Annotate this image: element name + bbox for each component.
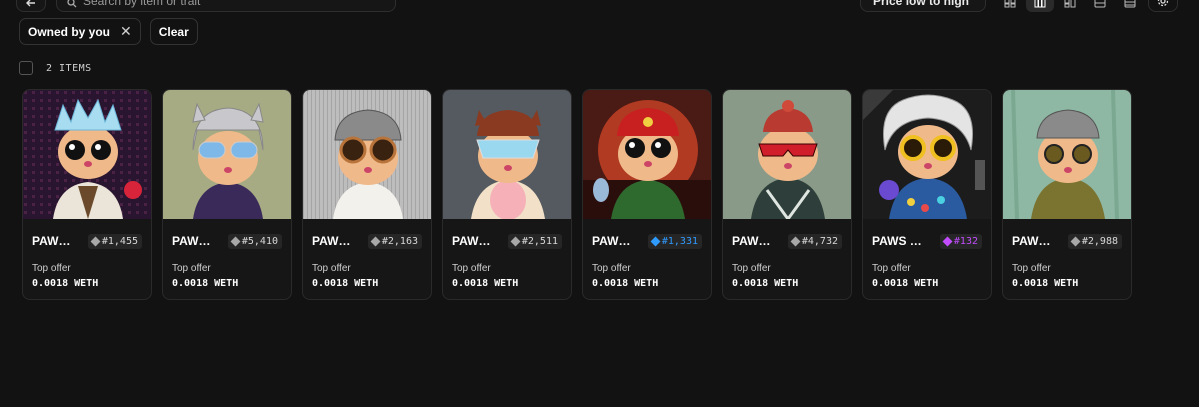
item-card[interactable]: PAW… #5,410 Top offer 0.0018 WETH xyxy=(162,89,292,300)
clear-button[interactable]: Clear xyxy=(149,18,198,45)
top-offer-value: 0.0018 WETH xyxy=(1012,278,1079,289)
item-name: PAW… xyxy=(172,234,211,248)
item-card[interactable]: PAW… #2,163 Top offer 0.0018 WETH xyxy=(302,89,432,300)
rarity-rank: #1,331 xyxy=(661,235,698,247)
search-input[interactable] xyxy=(83,0,363,8)
view-list-button[interactable] xyxy=(1086,0,1114,12)
rarity-badge: #2,988 xyxy=(1067,233,1122,249)
item-card[interactable]: PAW… #2,988 Top offer 0.0018 WETH xyxy=(1002,89,1132,300)
rarity-rank: #132 xyxy=(953,235,978,247)
view-grid-small-button[interactable] xyxy=(996,0,1024,12)
item-name: PAW… xyxy=(1012,234,1051,248)
owned-chip-label: Owned by you xyxy=(28,24,111,39)
top-offer-value: 0.0018 WETH xyxy=(872,278,939,289)
nft-image[interactable] xyxy=(723,90,851,219)
diamond-icon xyxy=(370,236,381,246)
table-icon xyxy=(1124,0,1136,8)
top-offer-value: 0.0018 WETH xyxy=(312,278,379,289)
item-card[interactable]: PAW… #1,331 Top offer 0.0018 WETH xyxy=(582,89,712,300)
nft-image[interactable] xyxy=(443,90,571,219)
top-offer-value: 0.0018 WETH xyxy=(452,278,519,289)
rarity-rank: #2,988 xyxy=(1081,235,1118,247)
nft-image[interactable] xyxy=(23,90,151,219)
item-card[interactable]: PAWS … #132 Top offer 0.0018 WETH xyxy=(862,89,992,300)
owned-by-you-chip[interactable]: Owned by you ✕ xyxy=(19,18,141,45)
search-icon xyxy=(67,0,77,8)
rarity-badge: #5,410 xyxy=(227,233,282,249)
top-offer-label: Top offer xyxy=(32,263,71,274)
diamond-icon xyxy=(1070,236,1081,246)
diamond-icon xyxy=(790,236,801,246)
nft-image[interactable] xyxy=(303,90,431,219)
diamond-icon xyxy=(650,236,661,246)
close-icon[interactable]: ✕ xyxy=(120,23,132,40)
rarity-rank: #1,455 xyxy=(101,235,138,247)
nft-image[interactable] xyxy=(583,90,711,219)
rarity-badge: #1,331 xyxy=(647,233,702,249)
rarity-badge: #2,163 xyxy=(367,233,422,249)
diamond-icon xyxy=(942,236,953,246)
top-offer-label: Top offer xyxy=(872,263,911,274)
item-card[interactable]: PAW… #4,732 Top offer 0.0018 WETH xyxy=(722,89,852,300)
view-grid-large-button[interactable] xyxy=(1026,0,1054,12)
rarity-badge: #132 xyxy=(939,233,982,249)
filter-chips: Owned by you ✕ Clear xyxy=(19,18,198,45)
settings-icon xyxy=(1157,0,1169,7)
item-name: PAW… xyxy=(732,234,771,248)
top-offer-value: 0.0018 WETH xyxy=(32,278,99,289)
view-toggle-group xyxy=(996,0,1144,12)
rarity-badge: #1,455 xyxy=(87,233,142,249)
item-name: PAW… xyxy=(312,234,351,248)
item-card[interactable]: PAW… #2,511 Top offer 0.0018 WETH xyxy=(442,89,572,300)
back-button[interactable] xyxy=(16,0,46,12)
top-offer-label: Top offer xyxy=(312,263,351,274)
top-offer-label: Top offer xyxy=(732,263,771,274)
back-icon xyxy=(26,0,35,7)
rarity-badge: #4,732 xyxy=(787,233,842,249)
top-offer-value: 0.0018 WETH xyxy=(732,278,799,289)
items-count-row: 2 ITEMS xyxy=(19,61,92,75)
top-offer-label: Top offer xyxy=(172,263,211,274)
diamond-icon xyxy=(510,236,521,246)
sort-label: Price low to high xyxy=(873,0,970,8)
nft-image[interactable] xyxy=(863,90,991,219)
settings-button[interactable] xyxy=(1148,0,1178,12)
grid-mixed-icon xyxy=(1064,0,1076,8)
view-table-button[interactable] xyxy=(1116,0,1144,12)
item-card[interactable]: PAW… #1,455 Top offer 0.0018 WETH xyxy=(22,89,152,300)
rarity-rank: #5,410 xyxy=(241,235,278,247)
nft-image[interactable] xyxy=(1003,90,1131,219)
top-offer-label: Top offer xyxy=(1012,263,1051,274)
top-offer-value: 0.0018 WETH xyxy=(592,278,659,289)
top-offer-value: 0.0018 WETH xyxy=(172,278,239,289)
top-offer-label: Top offer xyxy=(592,263,631,274)
diamond-icon xyxy=(230,236,241,246)
item-name: PAW… xyxy=(592,234,631,248)
search-box[interactable] xyxy=(56,0,396,12)
select-all-checkbox[interactable] xyxy=(19,61,33,75)
items-count: 2 ITEMS xyxy=(46,62,92,74)
grid-small-icon xyxy=(1004,0,1016,8)
sort-dropdown[interactable]: Price low to high xyxy=(860,0,986,12)
item-grid: PAW… #1,455 Top offer 0.0018 WETH PAW… #… xyxy=(22,89,1132,300)
nft-image[interactable] xyxy=(163,90,291,219)
toolbar: Price low to high xyxy=(0,0,1199,12)
rarity-rank: #2,511 xyxy=(521,235,558,247)
top-offer-label: Top offer xyxy=(452,263,491,274)
view-grid-mixed-button[interactable] xyxy=(1056,0,1084,12)
grid-large-icon xyxy=(1034,0,1046,8)
clear-label: Clear xyxy=(158,24,189,39)
item-name: PAW… xyxy=(32,234,71,248)
item-name: PAW… xyxy=(452,234,491,248)
rarity-badge: #2,511 xyxy=(507,233,562,249)
item-name: PAWS … xyxy=(872,234,922,248)
list-icon xyxy=(1094,0,1106,8)
diamond-icon xyxy=(90,236,101,246)
rarity-rank: #4,732 xyxy=(801,235,838,247)
rarity-rank: #2,163 xyxy=(381,235,418,247)
